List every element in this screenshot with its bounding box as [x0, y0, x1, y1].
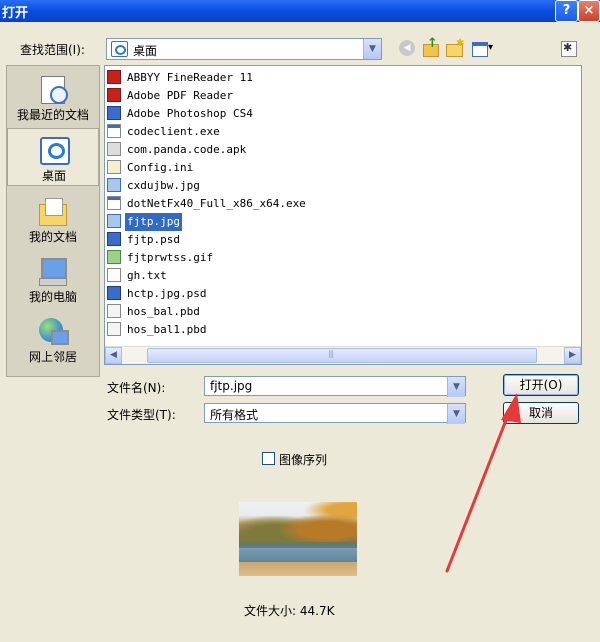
file-name: gh.txt [127, 269, 167, 282]
file-item[interactable]: Config.ini [107, 159, 195, 177]
preview-trees [239, 502, 357, 542]
place-desktop[interactable]: 桌面 [7, 128, 99, 186]
image-sequence-label: 图像序列 [279, 453, 328, 467]
pbd-icon [107, 304, 121, 318]
psd-icon [107, 286, 121, 300]
filetype-label: 文件类型(T): [107, 408, 176, 422]
place-recent-documents[interactable]: 我最近的文档 [7, 68, 99, 126]
file-item[interactable]: hos_bal.pbd [107, 303, 202, 321]
chevron-down-icon[interactable]: ▼ [447, 404, 465, 424]
place-my-documents[interactable]: 我的文档 [7, 190, 99, 248]
jpg-icon [107, 178, 121, 192]
preview-shore [239, 562, 357, 576]
chevron-down-icon[interactable]: ▼ [363, 39, 381, 59]
exe-icon [107, 196, 121, 210]
scroll-right-icon[interactable]: ▶ [564, 347, 581, 364]
my-computer-icon [37, 256, 69, 286]
open-button[interactable]: 打开(O) [503, 374, 579, 396]
gif-icon [107, 250, 121, 264]
look-in-label: 查找范围(I): [20, 43, 85, 57]
file-item[interactable]: Adobe Photoshop CS4 [107, 105, 255, 123]
file-name: codeclient.exe [127, 125, 220, 138]
place-network[interactable]: 网上邻居 [7, 310, 99, 368]
file-item[interactable]: codeclient.exe [107, 123, 222, 141]
image-sequence-checkbox[interactable] [262, 452, 275, 465]
exe-icon [107, 124, 121, 138]
filetype-select[interactable]: 所有格式 ▼ [204, 403, 466, 424]
file-item[interactable]: fjtp.psd [107, 231, 182, 249]
file-item[interactable]: ABBYY FineReader 11 [107, 69, 255, 87]
scroll-left-icon[interactable]: ◀ [105, 347, 122, 364]
horizontal-scrollbar[interactable]: ◀ ▶ [105, 346, 581, 364]
place-label: 桌面 [41, 169, 66, 183]
file-name: Adobe Photoshop CS4 [127, 107, 253, 120]
place-my-computer[interactable]: 我的电脑 [7, 250, 99, 308]
file-name: hos_bal1.pbd [127, 323, 207, 336]
pbd-icon [107, 322, 121, 336]
file-name: Config.ini [127, 161, 194, 174]
place-label: 网上邻居 [28, 350, 77, 364]
file-name: fjtp.jpg [125, 213, 182, 231]
ini-icon [107, 160, 121, 174]
desktop-icon [38, 135, 70, 165]
txt-icon [107, 268, 121, 282]
file-name: hos_bal.pbd [127, 305, 200, 318]
photoshop-icon [107, 106, 121, 120]
recent-documents-icon [37, 74, 69, 104]
file-name: Adobe PDF Reader [127, 89, 233, 102]
help-button[interactable]: ? [555, 0, 578, 22]
file-item[interactable]: Adobe PDF Reader [107, 87, 235, 105]
image-preview [239, 502, 357, 576]
abbyy-icon [107, 70, 121, 84]
file-item[interactable]: dotNetFx40_Full_x86_x64.exe [107, 195, 308, 213]
back-icon[interactable] [396, 38, 418, 60]
file-name: dotNetFx40_Full_x86_x64.exe [127, 197, 306, 210]
desktop-icon [111, 41, 128, 57]
look-in-combo[interactable]: 桌面 ▼ [106, 38, 382, 60]
filename-label: 文件名(N): [107, 381, 166, 395]
apk-icon [107, 142, 121, 156]
psd-icon [107, 232, 121, 246]
filename-value: fjtp.jpg [210, 379, 253, 393]
file-name: cxdujbw.jpg [127, 179, 200, 192]
close-button[interactable]: × [578, 0, 600, 22]
place-label: 我的电脑 [28, 290, 77, 304]
file-item[interactable]: hos_bal1.pbd [107, 321, 208, 339]
file-name: com.panda.code.apk [127, 143, 247, 156]
place-label: 我的文档 [28, 230, 77, 244]
jpg-icon [107, 214, 121, 228]
chevron-down-icon[interactable]: ▼ [447, 377, 465, 397]
file-item[interactable]: hctp.jpg.psd [107, 285, 208, 303]
view-menu-icon[interactable] [470, 38, 496, 60]
network-places-icon [37, 316, 69, 346]
place-label: 我最近的文档 [16, 108, 89, 122]
file-item-selected[interactable]: fjtp.jpg [107, 213, 182, 231]
cancel-button[interactable]: 取消 [503, 402, 579, 424]
tools-icon[interactable] [558, 38, 580, 60]
up-folder-icon[interactable] [420, 36, 442, 60]
file-item[interactable]: gh.txt [107, 267, 169, 285]
file-name: fjtprwtss.gif [127, 251, 214, 264]
filetype-value: 所有格式 [210, 408, 259, 422]
scrollbar-thumb[interactable] [147, 348, 537, 363]
file-item[interactable]: com.panda.code.apk [107, 141, 248, 159]
new-folder-icon[interactable] [444, 38, 466, 60]
file-name: hctp.jpg.psd [127, 287, 207, 300]
file-size-label: 文件大小: 44.7K [244, 604, 335, 618]
file-list[interactable]: ABBYY FineReader 11 Adobe PDF Reader Ado… [104, 65, 582, 365]
look-in-value: 桌面 [133, 44, 158, 58]
file-item[interactable]: fjtprwtss.gif [107, 249, 215, 267]
window-title: 打开 [2, 6, 29, 21]
pdf-icon [107, 88, 121, 102]
places-bar: 我最近的文档 桌面 我的文档 我的电脑 网上邻居 [6, 65, 100, 377]
file-item[interactable]: cxdujbw.jpg [107, 177, 202, 195]
filename-field[interactable]: fjtp.jpg ▼ [204, 376, 466, 397]
file-name: ABBYY FineReader 11 [127, 71, 253, 84]
my-documents-icon [37, 196, 69, 226]
title-bar: 打开 ? × [0, 0, 600, 22]
file-name: fjtp.psd [127, 233, 180, 246]
